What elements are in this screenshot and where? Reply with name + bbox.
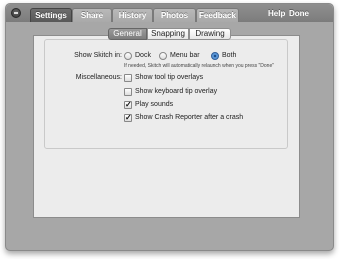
subtab-drawing[interactable]: Drawing xyxy=(189,28,231,40)
tab-photos[interactable]: Photos xyxy=(153,8,196,22)
radio-both[interactable] xyxy=(211,52,219,60)
radio-dock-label: Dock xyxy=(135,52,151,59)
done-button[interactable]: Done xyxy=(289,9,309,18)
checkbox-play-sounds-label: Play sounds xyxy=(135,101,174,108)
tab-share[interactable]: Share xyxy=(72,8,112,22)
toolbar: Settings Share History Photos Feedback H… xyxy=(6,4,333,22)
checkbox-tool-tip-overlays-label: Show tool tip overlays xyxy=(135,74,204,81)
help-button[interactable]: Help xyxy=(268,9,285,18)
checkbox-crash-reporter[interactable]: ✓ xyxy=(124,114,132,122)
tab-feedback[interactable]: Feedback xyxy=(196,8,239,22)
radio-menu-bar-label: Menu bar xyxy=(170,52,200,59)
checkbox-crash-reporter-label: Show Crash Reporter after a crash xyxy=(135,114,244,121)
radio-both-label: Both xyxy=(222,52,237,59)
miscellaneous-label: Miscellaneous: xyxy=(75,74,122,81)
subtab-general[interactable]: General xyxy=(108,28,147,40)
checkbox-tool-tip-overlays[interactable] xyxy=(124,74,132,82)
subtab-snapping[interactable]: Snapping xyxy=(147,28,189,40)
close-icon[interactable] xyxy=(11,8,21,18)
radio-dock[interactable] xyxy=(124,52,132,60)
relaunch-note: If needed, Skitch will automatically rel… xyxy=(124,63,275,69)
radio-menu-bar[interactable] xyxy=(159,52,167,60)
checkbox-play-sounds[interactable]: ✓ xyxy=(124,101,132,109)
tab-history[interactable]: History xyxy=(112,8,153,22)
checkbox-keyboard-tip-overlay-label: Show keyboard tip overlay xyxy=(135,88,218,95)
tab-settings[interactable]: Settings xyxy=(30,8,72,22)
checkbox-keyboard-tip-overlay[interactable] xyxy=(124,88,132,96)
show-in-label: Show Skitch in: xyxy=(74,52,122,59)
